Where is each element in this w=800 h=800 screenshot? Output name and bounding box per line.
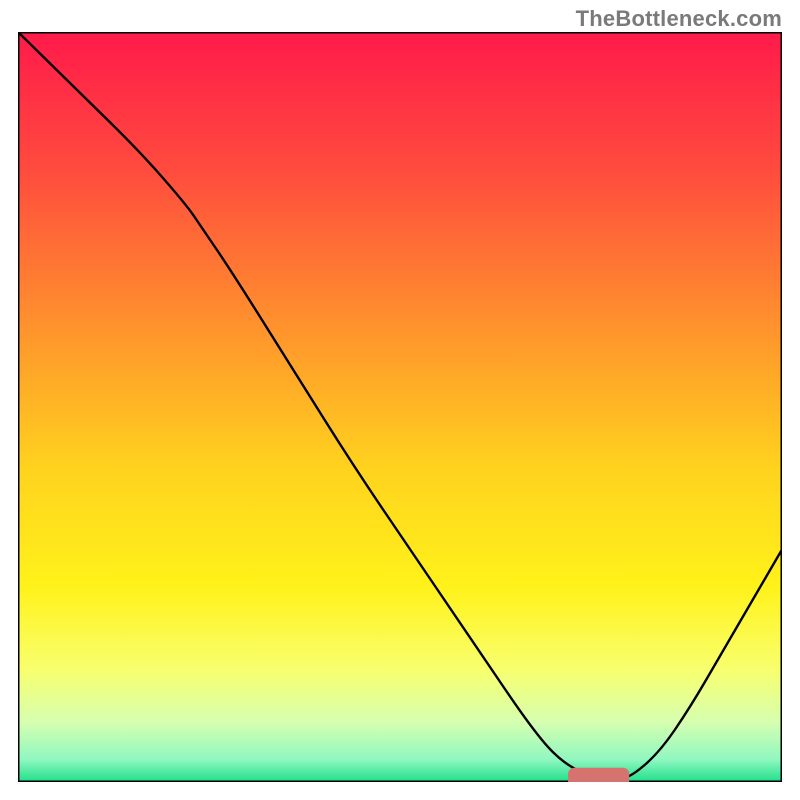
optimum-marker xyxy=(568,768,629,782)
chart-svg xyxy=(18,32,782,782)
watermark-text: TheBottleneck.com xyxy=(576,6,782,32)
